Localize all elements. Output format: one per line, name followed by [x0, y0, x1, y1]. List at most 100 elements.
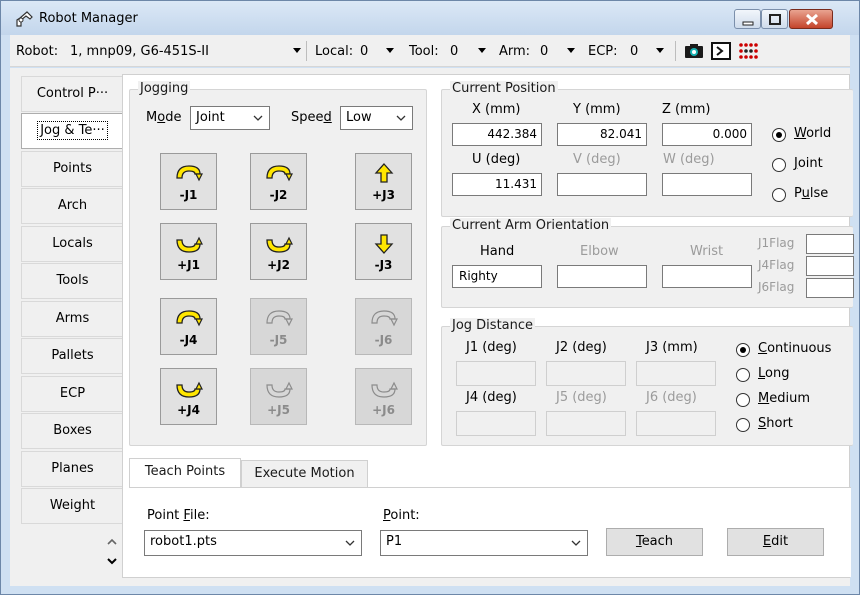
w-label: W (deg) — [663, 152, 715, 167]
medium-radio-label: Medium — [758, 391, 810, 406]
maximize-icon — [769, 14, 781, 25]
side-tab-arms[interactable]: Arms — [21, 301, 123, 337]
mode-select[interactable]: Joint — [190, 106, 270, 130]
ecp-select[interactable]: 0 — [630, 44, 638, 59]
j6-distance-field[interactable] — [636, 411, 716, 436]
robot-dropdown-icon[interactable] — [293, 48, 301, 53]
tool-select[interactable]: 0 — [450, 44, 458, 59]
long-radio[interactable] — [736, 368, 750, 382]
x-label: X (mm) — [472, 102, 521, 117]
teach-button[interactable]: Teach — [606, 528, 703, 556]
side-tab-label: Planes — [51, 461, 94, 476]
side-tab-label: Tools — [56, 273, 89, 288]
robot-select[interactable]: 1, mnp09, G6-451S-II — [70, 44, 209, 59]
joint-radio[interactable] — [772, 158, 786, 172]
side-tab-label: Boxes — [53, 423, 92, 438]
toolbar: Robot: 1, mnp09, G6-451S-II Local: 0 Too… — [10, 35, 850, 67]
local-label: Local: — [315, 44, 354, 59]
j4-distance-field[interactable] — [456, 411, 536, 436]
medium-radio[interactable] — [736, 393, 750, 407]
chevron-down-icon — [571, 540, 581, 546]
jog-plus-j4-button[interactable]: +J4 — [160, 368, 217, 425]
side-tab-tools[interactable]: Tools — [21, 263, 123, 299]
command-prompt-icon[interactable] — [711, 42, 731, 60]
current-position-title: Current Position — [450, 81, 558, 96]
arm-select[interactable]: 0 — [540, 44, 548, 59]
j5-distance-field[interactable] — [546, 411, 626, 436]
point-select[interactable]: P1 — [380, 530, 588, 556]
maximize-button[interactable] — [761, 9, 788, 29]
window-title: Robot Manager — [39, 11, 138, 26]
j1-distance-label: J1 (deg) — [466, 340, 517, 355]
close-button[interactable] — [789, 9, 833, 29]
jog-plus-j3-button[interactable]: +J3 — [355, 153, 412, 210]
jog-plus-j1-button[interactable]: +J1 — [160, 223, 217, 280]
jog-button-label: -J5 — [269, 333, 288, 347]
bottom-tab-area: Teach Points Execute Motion Point File: … — [129, 458, 851, 578]
local-dropdown-icon[interactable] — [386, 48, 394, 53]
world-radio[interactable] — [772, 128, 786, 142]
side-tab-ecp[interactable]: ECP — [21, 376, 123, 412]
pulse-radio[interactable] — [772, 188, 786, 202]
elbow-value-field — [557, 265, 647, 288]
minimize-button[interactable] — [734, 9, 761, 29]
jog-plus-j5-button: +J5 — [250, 368, 307, 425]
y-label: Y (mm) — [573, 102, 621, 117]
speed-label: Speed — [291, 110, 332, 125]
side-tab-weight[interactable]: Weight — [21, 488, 123, 524]
j1flag-label: J1Flag — [758, 236, 795, 250]
side-tab-planes[interactable]: Planes — [21, 451, 123, 487]
jog-button-label: +J2 — [267, 258, 290, 272]
side-tab-points[interactable]: Points — [21, 151, 123, 187]
j1flag-field — [806, 234, 854, 254]
jog-plus-j2-button[interactable]: +J2 — [250, 223, 307, 280]
j1-distance-field[interactable] — [456, 361, 536, 386]
arm-orientation-title: Current Arm Orientation — [450, 218, 612, 233]
side-tab-control-panel[interactable]: Control P··· — [21, 76, 123, 112]
speed-select-value: Low — [346, 110, 372, 125]
continuous-radio[interactable] — [736, 343, 750, 357]
ecp-dropdown-icon[interactable] — [656, 48, 664, 53]
tool-dropdown-icon[interactable] — [478, 48, 486, 53]
tab-scroll-down-icon[interactable] — [105, 554, 119, 568]
side-tab-pallets[interactable]: Pallets — [21, 338, 123, 374]
world-radio-label: World — [794, 126, 832, 141]
side-tab-label: ECP — [59, 386, 86, 401]
io-monitor-icon[interactable] — [738, 42, 758, 60]
j3-distance-field[interactable] — [636, 361, 716, 386]
tab-teach-points[interactable]: Teach Points — [129, 458, 241, 487]
short-radio[interactable] — [736, 418, 750, 432]
jogging-title: Jogging — [138, 81, 191, 96]
j5-distance-label: J5 (deg) — [556, 390, 607, 405]
jogging-group: Jogging Mode Joint Speed Low -J1 -J2 +J3… — [129, 81, 427, 446]
edit-button[interactable]: Edit — [727, 528, 824, 556]
tab-scroll-up-icon[interactable] — [105, 535, 119, 549]
side-tab-boxes[interactable]: Boxes — [21, 413, 123, 449]
local-select[interactable]: 0 — [360, 44, 368, 59]
point-label: Point: — [383, 508, 420, 523]
j2-distance-field[interactable] — [546, 361, 626, 386]
current-position-group: Current Position X (mm) Y (mm) Z (mm) 44… — [441, 81, 853, 217]
pulse-radio-label: Pulse — [794, 186, 829, 201]
tab-execute-motion[interactable]: Execute Motion — [241, 460, 368, 487]
arm-dropdown-icon[interactable] — [567, 48, 575, 53]
jog-minus-j6-button: -J6 — [355, 298, 412, 355]
u-value-field: 11.431 — [452, 173, 542, 196]
elbow-label: Elbow — [580, 244, 619, 259]
side-tab-label: Control P··· — [36, 86, 109, 101]
point-value: P1 — [386, 534, 403, 549]
chevron-down-icon — [345, 540, 355, 546]
arrow-down-icon — [374, 234, 394, 254]
jog-minus-j3-button[interactable]: -J3 — [355, 223, 412, 280]
point-file-select[interactable]: robot1.pts — [144, 530, 362, 556]
jog-minus-j1-button[interactable]: -J1 — [160, 153, 217, 210]
speed-select[interactable]: Low — [340, 106, 413, 130]
jog-minus-j4-button[interactable]: -J4 — [160, 298, 217, 355]
jog-button-label: +J5 — [267, 403, 290, 417]
camera-icon[interactable] — [684, 42, 704, 60]
jog-minus-j2-button[interactable]: -J2 — [250, 153, 307, 210]
side-tab-jog-teach[interactable]: Jog & Te··· — [21, 113, 123, 149]
side-tab-arch[interactable]: Arch — [21, 188, 123, 224]
side-tab-locals[interactable]: Locals — [21, 226, 123, 262]
robot-label: Robot: — [16, 44, 59, 59]
